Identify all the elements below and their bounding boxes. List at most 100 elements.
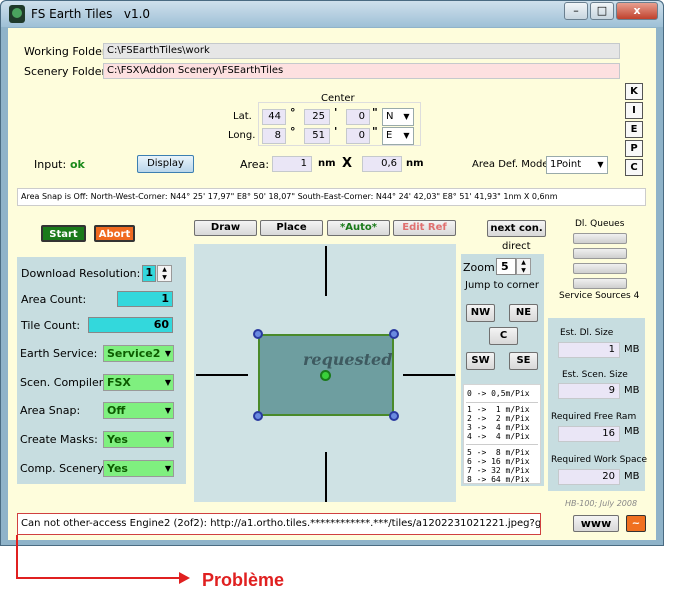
resolution-table: 0 -> 0,5m/Pix 1 -> 1 m/Pix 2 -> 2 m/Pix … [463, 384, 541, 484]
window-title: FS Earth Tiles v1.0 [31, 7, 151, 21]
chevron-down-icon: ▼ [403, 131, 410, 140]
maximize-icon[interactable]: □ [590, 2, 614, 20]
direct-label: direct [502, 241, 531, 252]
dl-size-unit: MB [624, 344, 640, 355]
long-min-symbol: ' [334, 125, 338, 138]
lat-deg-field[interactable]: 44 [262, 109, 286, 125]
free-ram-label: Required Free Ram [551, 412, 637, 422]
input-label: Input: [34, 158, 67, 171]
scen-size-field: 9 [558, 383, 620, 399]
res-row-1: 1 -> 1 m/Pix [467, 405, 530, 414]
area-mode-select[interactable]: 1Point ▼ [546, 156, 608, 174]
area-snap-label: Area Snap: [20, 404, 81, 417]
crosshair-bottom [325, 452, 327, 502]
long-sec-field[interactable]: 0 [346, 128, 370, 144]
masks-select[interactable]: Yes ▼ [103, 431, 174, 448]
display-button[interactable]: Display [137, 155, 194, 173]
draw-button[interactable]: Draw [194, 220, 257, 236]
next-con-button[interactable]: next con. [487, 220, 546, 237]
jump-sw-button[interactable]: SW [466, 352, 495, 370]
corner-handle-ne[interactable] [389, 329, 399, 339]
comp-scenery-select[interactable]: Yes ▼ [103, 460, 174, 477]
area-x: X [342, 156, 353, 171]
jump-label: Jump to corner [465, 280, 539, 291]
i-button[interactable]: I [625, 102, 643, 119]
start-button[interactable]: Start [41, 225, 86, 242]
service-sources-label: Service Sources 4 [559, 291, 640, 301]
jump-ne-button[interactable]: NE [509, 304, 538, 322]
title-bar[interactable]: FS Earth Tiles v1.0 – □ x [1, 1, 663, 27]
area-width-field[interactable]: 1 [272, 156, 312, 172]
corner-handle-se[interactable] [389, 411, 399, 421]
edit-ref-button[interactable]: Edit Ref [393, 220, 456, 236]
lat-sec-field[interactable]: 0 [346, 109, 370, 125]
corner-handle-nw[interactable] [253, 329, 263, 339]
working-folder-field[interactable]: C:\FSEarthTiles\work [103, 43, 620, 59]
download-res-label: Download Resolution: [21, 267, 141, 280]
queue-slot-1 [573, 233, 627, 244]
abort-button[interactable]: Abort [94, 225, 135, 242]
tile-count-label: Tile Count: [21, 319, 81, 332]
lat-deg-symbol: ° [290, 106, 296, 119]
p-button[interactable]: P [625, 140, 643, 157]
res-row-3: 3 -> 4 m/Pix [467, 423, 530, 432]
lat-dir-select[interactable]: N ▼ [382, 108, 414, 126]
jump-center-button[interactable]: C [489, 327, 518, 345]
chevron-down-icon: ▼ [403, 112, 410, 121]
chevron-down-icon: ▼ [597, 160, 604, 169]
chevron-down-icon: ▼ [164, 464, 171, 473]
lat-sec-symbol: " [372, 106, 378, 119]
dl-size-field: 1 [558, 342, 620, 358]
long-sec-symbol: " [372, 125, 378, 138]
tilde-button[interactable]: ~ [626, 515, 646, 532]
working-folder-label: Working Folder: [24, 45, 110, 58]
download-res-field[interactable]: 1 [142, 265, 156, 282]
center-marker[interactable] [320, 370, 331, 381]
zoom-field[interactable]: 5 [496, 258, 516, 275]
long-deg-symbol: ° [290, 125, 296, 138]
area-unit1: nm [318, 158, 336, 169]
download-res-stepper[interactable]: ▲ ▼ [157, 265, 172, 282]
long-dir-select[interactable]: E ▼ [382, 127, 414, 145]
scenery-folder-label: Scenery Folder: [24, 65, 110, 78]
queues-title: Dl. Queues [575, 219, 625, 229]
zoom-stepper[interactable]: ▲ ▼ [516, 258, 531, 275]
chevron-down-icon: ▼ [164, 406, 171, 415]
credit-label: HB-100; July 2008 [565, 499, 638, 508]
res-row-8: 8 -> 64 m/Pix [467, 475, 530, 484]
long-label: Long. [228, 130, 256, 141]
earth-service-select[interactable]: Service2 ▼ [103, 345, 174, 362]
queue-slot-4 [573, 278, 627, 289]
lat-min-field[interactable]: 25 [304, 109, 330, 125]
jump-nw-button[interactable]: NW [466, 304, 495, 322]
snap-info-bar: Area Snap is Off: North-West-Corner: N44… [17, 188, 646, 206]
crosshair-right [403, 374, 455, 376]
www-button[interactable]: www [573, 515, 619, 532]
k-button[interactable]: K [625, 83, 643, 100]
auto-button[interactable]: *Auto* [327, 220, 390, 236]
res-row-5: 5 -> 8 m/Pix [467, 448, 530, 457]
long-min-field[interactable]: 51 [304, 128, 330, 144]
area-snap-select[interactable]: Off ▼ [103, 402, 174, 419]
e-button[interactable]: E [625, 121, 643, 138]
masks-label: Create Masks: [20, 433, 98, 446]
jump-se-button[interactable]: SE [509, 352, 538, 370]
place-button[interactable]: Place [260, 220, 323, 236]
free-ram-unit: MB [624, 426, 640, 437]
long-deg-field[interactable]: 8 [262, 128, 286, 144]
lat-min-symbol: ' [334, 106, 338, 119]
arrow-right-icon [179, 572, 190, 584]
work-space-unit: MB [624, 471, 640, 482]
compiler-select[interactable]: FSX ▼ [103, 374, 174, 391]
close-icon[interactable]: x [616, 2, 658, 20]
annotation-label: Problème [202, 570, 285, 590]
queue-slot-3 [573, 263, 627, 274]
area-height-field[interactable]: 0,6 [362, 156, 402, 172]
area-unit2: nm [406, 158, 424, 169]
c-side-button[interactable]: C [625, 159, 643, 176]
res-row-2: 2 -> 2 m/Pix [467, 414, 530, 423]
tile-count-field: 60 [88, 317, 173, 333]
minimize-icon[interactable]: – [564, 2, 588, 20]
scenery-folder-field[interactable]: C:\FSX\Addon Scenery\FSEarthTiles [103, 63, 620, 79]
corner-handle-sw[interactable] [253, 411, 263, 421]
